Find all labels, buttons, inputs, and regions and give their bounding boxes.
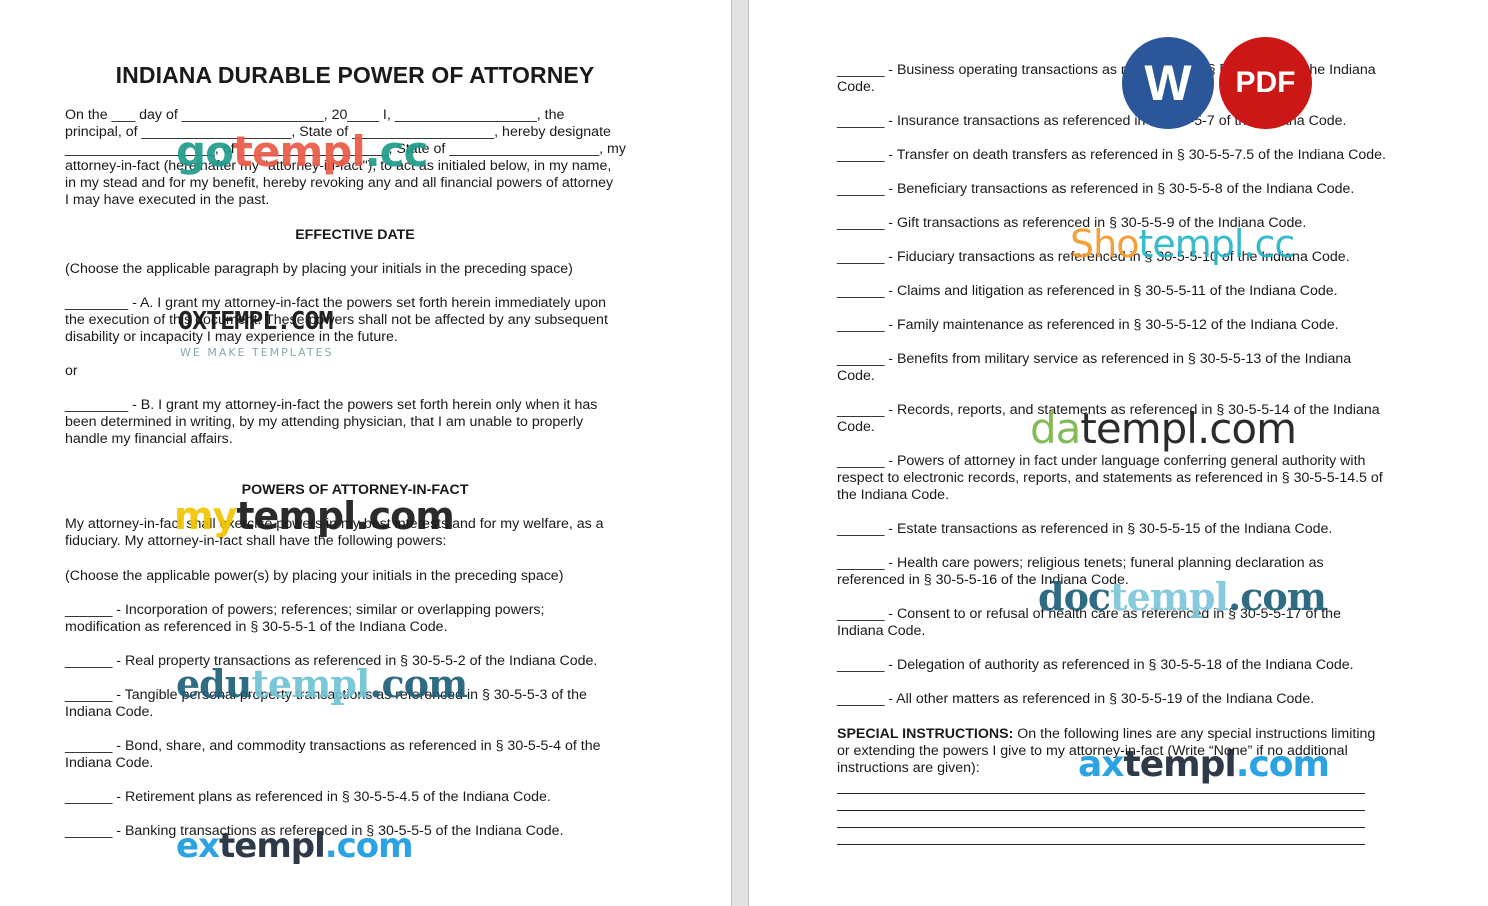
option-b-line: ________ - B. I grant my attorney-in-fac… — [65, 397, 598, 413]
document-page-right: ______ - Business operating transactions… — [749, 0, 1488, 906]
power-item: ______ - Benefits from military service … — [837, 351, 1437, 385]
power-item-line: ______ - Real property transactions as r… — [65, 653, 598, 669]
power-item: ______ - Claims and litigation as refere… — [837, 283, 1437, 300]
power-item-line: Code. — [837, 368, 875, 384]
power-item-line: ______ - Records, reports, and statement… — [837, 402, 1380, 418]
special-instructions-text: On the following lines are any special i… — [1013, 726, 1376, 742]
effective-option-a: ________ - A. I grant my attorney-in-fac… — [65, 295, 665, 346]
power-item-line: ______ - Benefits from military service … — [837, 351, 1352, 367]
power-item: ______ - Gift transactions as referenced… — [837, 215, 1437, 232]
power-item-line: ______ - Banking transactions as referen… — [65, 823, 564, 839]
powers-intro-line: My attorney-in-fact shall exercise power… — [65, 516, 604, 532]
power-item-line: ______ - Family maintenance as reference… — [837, 317, 1339, 333]
power-item-line: ______ - Fiduciary transactions as refer… — [837, 249, 1350, 265]
power-item-line: respect to electronic records, reports, … — [837, 470, 1383, 486]
power-item: ______ - Bond, share, and commodity tran… — [65, 738, 665, 772]
power-item-line: ______ - Gift transactions as referenced… — [837, 215, 1307, 231]
power-item: ______ - Delegation of authority as refe… — [837, 657, 1437, 674]
option-a-line: the execution of this document. These po… — [65, 312, 608, 328]
power-item: ______ - Family maintenance as reference… — [837, 317, 1437, 334]
or-label: or — [65, 363, 78, 379]
power-item-line: ______ - Powers of attorney in fact unde… — [837, 453, 1366, 469]
pdf-icon: PDF — [1235, 66, 1296, 99]
power-item-line: ______ - Beneficiary transactions as ref… — [837, 181, 1355, 197]
document-page-left: INDIANA DURABLE POWER OF ATTORNEY On the… — [0, 0, 731, 906]
powers-instruction: (Choose the applicable power(s) by placi… — [65, 568, 564, 584]
power-item-line: ______ - Claims and litigation as refere… — [837, 283, 1338, 299]
power-item-line: ______ - Transfer on death transfers as … — [837, 147, 1386, 163]
power-item: ______ - Consent to or refusal of health… — [837, 606, 1437, 640]
powers-intro: My attorney-in-fact shall exercise power… — [65, 516, 665, 550]
special-instructions-text: instructions are given): — [837, 760, 980, 776]
instruction-blank-line[interactable] — [837, 810, 1365, 811]
powers-heading: POWERS OF ATTORNEY-IN-FACT — [241, 482, 469, 498]
power-item-line: ______ - Retirement plans as referenced … — [65, 789, 551, 805]
power-item: ______ - Real property transactions as r… — [65, 653, 665, 670]
document-title: INDIANA DURABLE POWER OF ATTORNEY — [115, 62, 595, 88]
power-item: ______ - Fiduciary transactions as refer… — [837, 249, 1437, 266]
option-b-line: been determined in writing, by my attend… — [65, 414, 584, 430]
power-item: ______ - Powers of attorney in fact unde… — [837, 453, 1437, 504]
power-item: ______ - Records, reports, and statement… — [837, 402, 1437, 436]
power-item: ______ - Retirement plans as referenced … — [65, 789, 665, 806]
power-item-line: ______ - Incorporation of powers; refere… — [65, 602, 545, 618]
powers-list-left: ______ - Incorporation of powers; refere… — [65, 602, 665, 857]
power-item: ______ - All other matters as referenced… — [837, 691, 1437, 708]
word-format-badge[interactable]: W — [1122, 37, 1214, 129]
intro-line: I may have executed in the past. — [65, 192, 270, 208]
power-item-line: Indiana Code. — [65, 704, 154, 720]
intro-line: On the ___ day of __________________, 20… — [65, 107, 565, 123]
instruction-blank-line[interactable] — [837, 844, 1365, 845]
power-item-line: ______ - Health care powers; religious t… — [837, 555, 1324, 571]
instruction-blank-line[interactable] — [837, 827, 1365, 828]
effective-date-instruction: (Choose the applicable paragraph by plac… — [65, 261, 573, 277]
instruction-blank-line[interactable] — [837, 793, 1365, 794]
page-divider — [731, 0, 749, 906]
powers-list-right: ______ - Business operating transactions… — [837, 62, 1437, 725]
intro-line: in my stead and for my benefit, hereby r… — [65, 175, 614, 191]
power-item-line: Indiana Code. — [65, 755, 154, 771]
power-item-line: modification as referenced in § 30-5-5-1… — [65, 619, 448, 635]
power-item: ______ - Tangible personal property tran… — [65, 687, 665, 721]
power-item-line: ______ - Consent to or refusal of health… — [837, 606, 1341, 622]
option-b-line: handle my financial affairs. — [65, 431, 233, 447]
option-a-line: ________ - A. I grant my attorney-in-fac… — [65, 295, 606, 311]
intro-line: principal, of ___________________, State… — [65, 124, 611, 140]
power-item: ______ - Health care powers; religious t… — [837, 555, 1437, 589]
power-item-line: the Indiana Code. — [837, 487, 950, 503]
effective-option-b: ________ - B. I grant my attorney-in-fac… — [65, 397, 665, 448]
intro-line: ___________________, of ________________… — [65, 141, 626, 157]
power-item: ______ - Estate transactions as referenc… — [837, 521, 1437, 538]
powers-intro-line: fiduciary. My attorney-in-fact shall hav… — [65, 533, 447, 549]
intro-line: attorney-in-fact (hereinafter my "attorn… — [65, 158, 612, 174]
power-item: ______ - Beneficiary transactions as ref… — [837, 181, 1437, 198]
power-item: ______ - Incorporation of powers; refere… — [65, 602, 665, 636]
power-item-line: ______ - Estate transactions as referenc… — [837, 521, 1333, 537]
power-item-line: Indiana Code. — [837, 623, 926, 639]
special-instructions-label: SPECIAL INSTRUCTIONS: — [837, 726, 1014, 742]
power-item-line: Code. — [837, 419, 875, 435]
power-item: ______ - Transfer on death transfers as … — [837, 147, 1437, 164]
power-item-line: ______ - Tangible personal property tran… — [65, 687, 587, 703]
power-item-line: ______ - Delegation of authority as refe… — [837, 657, 1354, 673]
intro-paragraph: On the ___ day of __________________, 20… — [65, 107, 665, 209]
effective-date-heading: EFFECTIVE DATE — [295, 227, 415, 243]
power-item-line: ______ - All other matters as referenced… — [837, 691, 1315, 707]
special-instructions-text: or extending the powers I give to my att… — [837, 743, 1348, 759]
pdf-format-badge[interactable]: PDF — [1219, 37, 1312, 129]
power-item: ______ - Banking transactions as referen… — [65, 823, 665, 840]
word-icon: W — [1144, 55, 1192, 111]
special-instructions: SPECIAL INSTRUCTIONS: On the following l… — [837, 726, 1437, 777]
power-item-line: referenced in § 30-5-5-16 of the Indiana… — [837, 572, 1129, 588]
power-item-line: ______ - Bond, share, and commodity tran… — [65, 738, 601, 754]
option-a-line: disability or incapacity I may experienc… — [65, 329, 398, 345]
